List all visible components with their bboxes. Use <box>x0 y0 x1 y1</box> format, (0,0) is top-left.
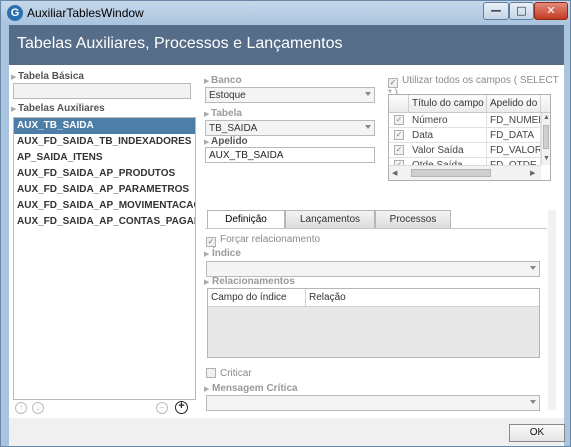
checkmark-icon[interactable]: ✓ <box>394 130 404 140</box>
tabela-value: TB_SAIDA <box>209 123 258 134</box>
collapse-triangle-icon: ▶ <box>204 279 210 286</box>
column-header-alias[interactable]: Apelido do <box>487 95 541 113</box>
collapse-triangle-icon: ▶ <box>11 74 17 81</box>
table-row[interactable]: ✓ Valor Saída FD_VALOR <box>389 143 541 158</box>
move-down-icon[interactable]: ↓ <box>32 402 44 414</box>
maximize-button[interactable]: □ <box>509 2 534 20</box>
tabela-basica-field[interactable] <box>13 83 191 99</box>
tabelas-auxiliares-list[interactable]: AUX_TB_SAIDA AUX_FD_SAIDA_TB_INDEXADORES… <box>13 117 196 400</box>
tabela-basica-label: Tabela Básica <box>18 71 84 82</box>
vertical-scrollbar[interactable]: ▲ ▼ <box>541 113 550 165</box>
field-alias-cell: FD_VALOR <box>487 143 541 158</box>
tabelas-auxiliares-label: Tabelas Auxiliares <box>18 103 105 114</box>
ok-button[interactable]: OK <box>509 424 565 442</box>
criticar-label: Criticar <box>220 368 252 379</box>
tabela-select[interactable]: TB_SAIDA <box>205 120 375 136</box>
list-item[interactable]: AUX_FD_SAIDA_TB_INDEXADORES <box>14 134 195 150</box>
column-header-title[interactable]: Título do campo <box>409 95 487 113</box>
field-title-cell: Número <box>409 113 487 128</box>
indice-label: Índice <box>212 248 241 259</box>
checkmark-icon[interactable]: ✓ <box>206 237 216 247</box>
list-item[interactable]: AUX_FD_SAIDA_AP_MOVIMENTACAO <box>14 198 195 214</box>
collapse-triangle-icon: ▶ <box>204 111 210 118</box>
checkmark-icon[interactable]: ✓ <box>394 115 404 125</box>
minimize-button[interactable]: — <box>483 2 509 20</box>
main-content: ▶ Tabela Básica ▶ Tabelas Auxiliares AUX… <box>9 65 564 418</box>
add-icon[interactable]: + <box>175 401 188 414</box>
scroll-down-icon[interactable]: ▼ <box>543 155 550 162</box>
table-row[interactable]: ✓ Número FD_NUMER <box>389 113 541 128</box>
tab-processos[interactable]: Processos <box>375 210 451 229</box>
grid-header: Campo do índice Relação <box>208 289 539 307</box>
field-alias-cell: FD_DATA <box>487 128 541 143</box>
remove-icon[interactable]: − <box>156 402 168 414</box>
criticar-option[interactable]: Criticar <box>206 368 252 379</box>
collapse-triangle-icon: ▶ <box>204 78 210 85</box>
apelido-input[interactable]: AUX_TB_SAIDA <box>205 147 375 163</box>
checkmark-icon[interactable]: ✓ <box>388 78 398 88</box>
apelido-label: Apelido <box>211 136 248 147</box>
page-title: Tabelas Auxiliares, Processos e Lançamen… <box>17 35 343 52</box>
checkmark-icon[interactable]: ✓ <box>394 145 404 155</box>
list-item[interactable]: AUX_TB_SAIDA <box>14 118 195 134</box>
scroll-left-icon[interactable]: ◀ <box>392 169 397 177</box>
indice-select[interactable] <box>206 261 540 277</box>
chevron-down-icon <box>530 266 536 270</box>
list-item[interactable]: AUX_FD_SAIDA_AP_CONTAS_PAGAR_ITENS <box>14 214 195 230</box>
banco-label: Banco <box>211 75 242 86</box>
panel-scrollbar[interactable] <box>548 210 556 410</box>
footer-bar: OK <box>9 418 565 446</box>
chevron-down-icon <box>530 400 536 404</box>
collapse-triangle-icon: ▶ <box>204 251 210 258</box>
mensagem-critica-field[interactable] <box>206 395 540 411</box>
collapse-triangle-icon: ▶ <box>11 106 17 113</box>
collapse-triangle-icon: ▶ <box>204 139 210 146</box>
mensagem-critica-label: Mensagem Crítica <box>212 383 298 394</box>
column-header-campo[interactable]: Campo do índice <box>208 289 306 307</box>
checkbox-icon[interactable] <box>206 368 216 378</box>
field-title-cell: Data <box>409 128 487 143</box>
move-up-icon[interactable]: ↑ <box>15 402 27 414</box>
chevron-down-icon <box>365 92 371 96</box>
column-header-relacao[interactable]: Relação <box>306 289 539 307</box>
auxiliar-tables-window: G AuxiliarTablesWindow — □ ✕ Tabelas Aux… <box>0 0 571 447</box>
title-bar: G AuxiliarTablesWindow — □ ✕ <box>1 1 570 25</box>
collapse-triangle-icon: ▶ <box>204 386 210 393</box>
banco-select[interactable]: Estoque <box>205 87 375 103</box>
forcar-relacionamento-option[interactable]: ✓ Forçar relacionamento <box>206 234 320 247</box>
chevron-down-icon <box>365 125 371 129</box>
grid-corner <box>389 95 409 113</box>
list-item[interactable]: AUX_FD_SAIDA_AP_PARAMETROS <box>14 182 195 198</box>
horizontal-scrollbar[interactable]: ◀ ▶ <box>389 165 541 180</box>
relacionamentos-grid[interactable]: Campo do índice Relação <box>207 288 540 358</box>
scroll-thumb[interactable] <box>543 125 549 149</box>
tab-lancamentos[interactable]: Lançamentos <box>285 210 375 229</box>
grid-header: Título do campo Apelido do <box>389 95 550 113</box>
forcar-relacionamento-label: Forçar relacionamento <box>220 234 321 245</box>
tab-definicao[interactable]: Definição <box>207 210 285 229</box>
field-alias-cell: FD_NUMER <box>487 113 541 128</box>
list-item[interactable]: AP_SAIDA_ITENS <box>14 150 195 166</box>
fields-grid[interactable]: Título do campo Apelido do ✓ Número FD_N… <box>388 94 551 181</box>
scroll-up-icon[interactable]: ▲ <box>543 114 550 121</box>
relacionamentos-label: Relacionamentos <box>212 276 295 287</box>
list-item[interactable]: AUX_FD_SAIDA_AP_PRODUTOS <box>14 166 195 182</box>
banco-value: Estoque <box>209 90 246 101</box>
scroll-thumb[interactable] <box>411 169 491 177</box>
window-title: AuxiliarTablesWindow <box>27 6 144 20</box>
table-row[interactable]: ✓ Data FD_DATA <box>389 128 541 143</box>
tabela-label: Tabela <box>211 108 242 119</box>
header-banner: Tabelas Auxiliares, Processos e Lançamen… <box>9 25 564 65</box>
app-logo-icon: G <box>7 5 23 21</box>
scroll-right-icon[interactable]: ▶ <box>530 169 535 177</box>
field-title-cell: Valor Saída <box>409 143 487 158</box>
close-button[interactable]: ✕ <box>534 2 568 20</box>
